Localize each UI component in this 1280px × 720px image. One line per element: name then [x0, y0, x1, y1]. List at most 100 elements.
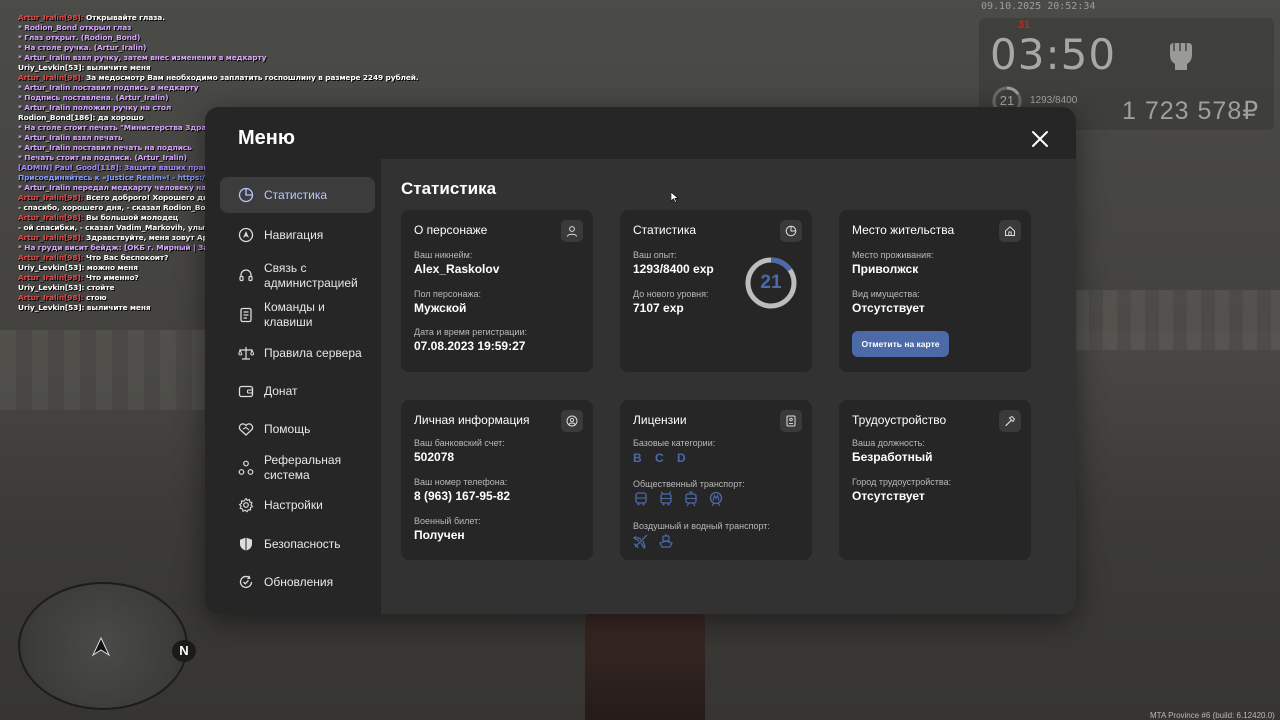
nav-item-security[interactable]: Безопасность [220, 526, 375, 562]
chat-text: Artur_Iralin[98]: [18, 293, 84, 302]
bank-value: 502078 [414, 450, 455, 464]
headset-icon [239, 269, 253, 282]
exp-label: Ваш опыт: [633, 250, 677, 260]
chat-text: Artur_Iralin[98]: [18, 213, 84, 222]
chat-line: * Rodion_Bond открыл глаз [18, 23, 478, 33]
nav-label: Помощь [264, 421, 311, 436]
base-categories-label: Базовые категории: [633, 438, 716, 448]
phone-label: Ваш номер телефона: [414, 477, 508, 487]
public-transport-label: Общественный транспорт: [633, 479, 745, 489]
chat-line: * На столе ручка. (Artur_Iralin) [18, 43, 478, 53]
gear-icon [238, 497, 254, 513]
fist-icon [1170, 43, 1192, 70]
nav-item-donate[interactable]: Донат [220, 373, 375, 409]
nav-item-navigation[interactable]: Навигация [220, 217, 375, 253]
id-card-icon [780, 410, 802, 432]
close-icon[interactable] [1027, 126, 1053, 152]
menu-title: Меню [238, 127, 295, 149]
chat-text: * Подпись поставлена. (Artur_Iralin) [18, 93, 169, 102]
trolleybus-icon [660, 491, 672, 506]
air-water-transport-label: Воздушный и водный транспорт: [633, 521, 770, 531]
background-chairs-right [1075, 290, 1280, 350]
user-circle-icon [561, 410, 583, 432]
nav-item-referral[interactable]: Реферальная система [220, 448, 375, 488]
chat-text: * Печать стоит на подписи. (Artur_Iralin… [18, 153, 187, 162]
nav-item-rules[interactable]: Правила сервера [220, 335, 375, 371]
chat-text: Artur_Iralin[98]: [18, 193, 84, 202]
chat-text: Uriy_Levkin[53]: выличите меня [18, 303, 151, 312]
hammer-icon [999, 410, 1021, 432]
chat-message: Открывайте глаза. [83, 13, 165, 22]
menu-window: Меню Статистика Навигация Связь с админи… [205, 107, 1076, 614]
chat-line: Artur_Iralin[98]: Открывайте глаза. [18, 13, 478, 23]
registration-label: Дата и время регистрации: [414, 327, 527, 337]
chat-message: Всего доброго! Хорошего дня! [83, 193, 216, 202]
update-icon [239, 575, 253, 589]
property-label: Вид имущества: [852, 289, 920, 299]
gender-value: Мужской [414, 301, 467, 315]
military-label: Военный билет: [414, 516, 481, 526]
section-title: Статистика [401, 179, 497, 198]
document-icon [240, 307, 252, 323]
base-categories-value: B C D [633, 451, 691, 465]
chat-text: * Глаз открыт. (Rodion_Bond) [18, 33, 141, 42]
mark-on-map-button[interactable]: Отметить на карте [852, 331, 949, 357]
card-title: Личная информация [414, 413, 530, 427]
card-title: Трудоустройство [852, 413, 947, 427]
chat-text: Artur_Iralin[98]: [18, 233, 84, 242]
hud-datetime: 09.10.2025 20:52:34 [981, 1, 1096, 12]
air-water-transport-icons [633, 533, 674, 549]
exp-value: 1293/8400 exp [633, 262, 714, 276]
property-value: Отсутствует [852, 301, 925, 315]
chat-message: Вы большой молодец [83, 213, 179, 222]
chat-line: * Подпись поставлена. (Artur_Iralin) [18, 93, 478, 103]
chat-line: * Artur_Iralin поставил подпись в медкар… [18, 83, 478, 93]
nav-item-admin-contact[interactable]: Связь с администрацией [220, 256, 375, 296]
chat-text: Uriy_Levkin[53]: стойте [18, 283, 115, 292]
nav-label: Настройки [264, 497, 323, 512]
nav-label: Донат [264, 383, 298, 398]
nav-item-updates[interactable]: Обновления [220, 564, 375, 600]
nav-label: Связь с администрацией [264, 261, 358, 290]
user-icon [561, 220, 583, 242]
chat-text: Rodion_Bond[186]: да хорошо [18, 113, 144, 122]
chat-text: * Artur_Iralin поставил печать на подпис… [18, 143, 192, 152]
nav-item-commands[interactable]: Команды и клавиши [220, 295, 375, 335]
position-label: Ваша должность: [852, 438, 925, 448]
shield-icon [240, 537, 252, 551]
chat-text: Uriy_Levkin[53]: выличите меня [18, 63, 151, 72]
chat-text: Artur_Iralin[98]: [18, 73, 84, 82]
mouse-cursor-icon [671, 192, 679, 203]
chat-line: Artur_Iralin[98]: За медосмотр Вам необх… [18, 73, 478, 83]
chat-line: * Artur_Iralin взял ручку, затем внес из… [18, 53, 478, 63]
navigation-icon [238, 227, 254, 243]
next-level-label: До нового уровня: [633, 289, 709, 299]
wallet-icon [238, 385, 254, 398]
public-transport-icons [633, 491, 724, 507]
nav-item-settings[interactable]: Настройки [220, 487, 375, 523]
build-info: MTA Province #6 (build: 6.12420.0) [1150, 711, 1275, 720]
level-value: 21 [760, 272, 782, 293]
card-title: Лицензии [633, 413, 687, 427]
nav-label: Навигация [264, 227, 324, 242]
home-icon [999, 220, 1021, 242]
next-level-value: 7107 exp [633, 301, 684, 315]
card-title: О персонаже [414, 223, 488, 237]
pie-chart-icon [780, 220, 802, 242]
chat-text: * Artur_Iralin положил ручку на стол [18, 103, 172, 112]
job-city-value: Отсутствует [852, 489, 925, 503]
residence-label: Место проживания: [852, 250, 934, 260]
nav-item-statistics[interactable]: Статистика [220, 177, 375, 213]
content-area: Статистика О персонаже Ваш никнейм: Alex… [381, 159, 1076, 614]
chat-text: * На столе ручка. (Artur_Iralin) [18, 43, 147, 52]
handshake-icon [238, 423, 254, 436]
chat-text: Artur_Iralin[98]: [18, 273, 84, 282]
nav-label: Реферальная система [264, 453, 342, 482]
residence-value: Приволжск [852, 262, 919, 276]
nav-item-help[interactable]: Помощь [220, 411, 375, 447]
chat-text: * Artur_Iralin передал медкарту человеку… [18, 183, 236, 192]
nav-label: Команды и клавиши [264, 300, 325, 329]
background-character [585, 610, 705, 720]
chat-text: * Artur_Iralin взял печать [18, 133, 123, 142]
job-city-label: Город трудоустройства: [852, 477, 952, 487]
